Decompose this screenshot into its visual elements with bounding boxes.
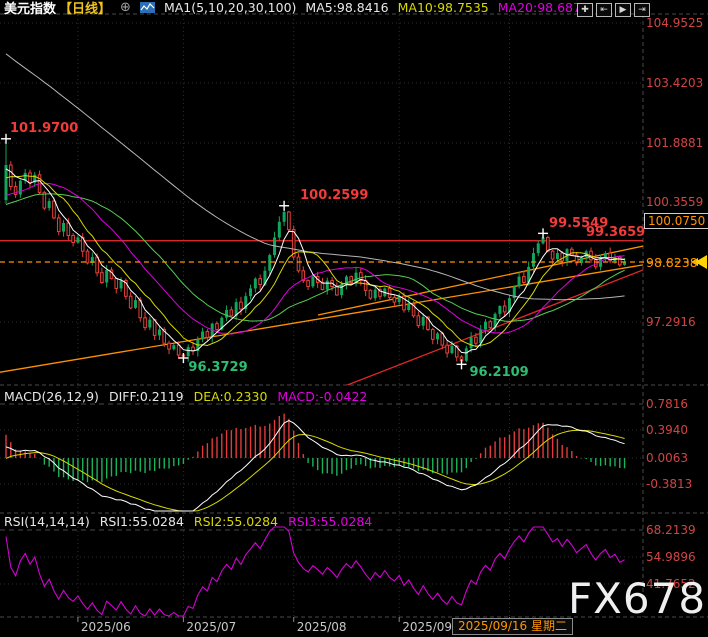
chart-canvas[interactable] bbox=[0, 0, 708, 637]
chart-header: 美元指数【日线】 ⊕ MA1(5,10,20,30,100) MA5:98.84… bbox=[4, 0, 589, 15]
period-tag: 【日线】 bbox=[59, 0, 111, 17]
rsi-title: RSI(14,14,14) bbox=[4, 514, 90, 529]
x-axis-play-icon[interactable]: ▶ bbox=[615, 3, 631, 17]
rsi1-value: RSI1:55.0284 bbox=[100, 514, 184, 529]
macd-title: MACD(26,12,9) bbox=[4, 389, 99, 404]
chart-type-icon[interactable] bbox=[140, 2, 155, 13]
ma-settings-label: MA1(5,10,20,30,100) bbox=[164, 0, 296, 15]
x-axis-compress-icon[interactable]: ⇤ bbox=[596, 3, 612, 17]
ma5-value: MA5:98.8416 bbox=[305, 0, 388, 15]
macd-hist-value: MACD:-0.0422 bbox=[277, 389, 367, 404]
rsi3-value: RSI3:55.0284 bbox=[288, 514, 372, 529]
add-indicator-icon[interactable]: ⊕ bbox=[120, 0, 131, 15]
chart-toolbar: ✚ ⇤ ▶ ⇥ bbox=[577, 3, 650, 17]
instrument-title: 美元指数 bbox=[4, 0, 56, 17]
macd-dea-value: DEA:0.2330 bbox=[194, 389, 268, 404]
x-axis-shift-icon[interactable]: ⇥ bbox=[634, 3, 650, 17]
current-date-box: 2025/09/16 星期二 bbox=[452, 618, 573, 635]
watermark-logo: FX678 bbox=[568, 574, 706, 623]
macd-diff-value: DIFF:0.2119 bbox=[109, 389, 184, 404]
fx678-chart-app: 美元指数【日线】 ⊕ MA1(5,10,20,30,100) MA5:98.84… bbox=[0, 0, 708, 637]
current-price-label: 98.8238 bbox=[646, 255, 698, 270]
hline-price-label: 99.3659 bbox=[586, 225, 640, 240]
alert-price-box: 100.0750 bbox=[644, 213, 708, 229]
ma20-value: MA20:98.6878 bbox=[498, 0, 589, 15]
move-icon[interactable]: ✚ bbox=[577, 3, 593, 17]
rsi2-value: RSI2:55.0284 bbox=[194, 514, 278, 529]
rsi-header: RSI(14,14,14) RSI1:55.0284 RSI2:55.0284 … bbox=[4, 514, 372, 529]
ma10-value: MA10:98.7535 bbox=[398, 0, 489, 15]
macd-header: MACD(26,12,9) DIFF:0.2119 DEA:0.2330 MAC… bbox=[4, 389, 367, 404]
